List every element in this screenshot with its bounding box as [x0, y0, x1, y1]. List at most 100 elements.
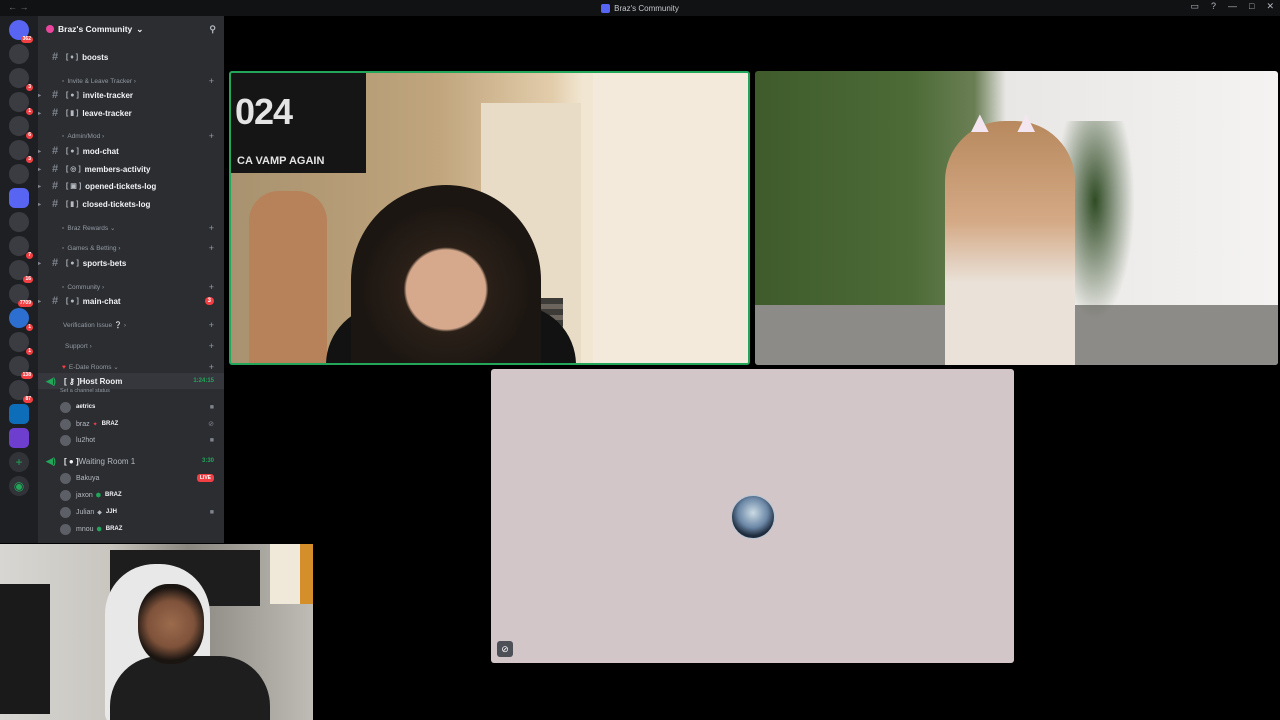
server-icon[interactable] — [9, 428, 29, 448]
server-icon[interactable]: 16 — [9, 260, 33, 283]
close-icon[interactable]: ✕ — [1266, 1, 1274, 12]
hash-icon: # — [52, 163, 59, 175]
server-icon[interactable]: 87 — [9, 380, 33, 403]
channel-invite-tracker[interactable]: ▸ # [ ● ] invite-tracker — [38, 87, 224, 103]
curtain-background — [300, 544, 313, 604]
server-icon[interactable]: 1 — [9, 92, 33, 115]
channel-opened-tickets-log[interactable]: ▸ # [ ▣ ] opened-tickets-log — [38, 178, 224, 194]
voice-user[interactable]: Julian ◆ JJH ■ — [38, 504, 224, 520]
hash-icon: # — [52, 295, 59, 307]
bookshelf — [249, 191, 327, 363]
category-admin-mod[interactable]: ▫ Admin/Mod › + — [38, 128, 224, 144]
channel-leave-tracker[interactable]: ▸ # [ ▮ ] leave-tracker — [38, 105, 224, 121]
voice-user[interactable]: aetrics ■ — [38, 399, 224, 415]
category-verification-issue[interactable]: Verification Issue ❔ › + — [38, 317, 224, 333]
chevron-right-icon: › — [100, 132, 105, 140]
channel-status[interactable]: Set a channel status — [60, 388, 110, 394]
explore-servers-icon[interactable]: ◉ — [9, 476, 29, 496]
create-channel-icon[interactable]: + — [209, 362, 214, 372]
server-icon[interactable] — [9, 404, 29, 424]
streamer-body — [110, 656, 270, 720]
hash-icon: # — [52, 198, 59, 210]
hash-icon: # — [52, 145, 59, 157]
speaker-icon: ◀) — [46, 375, 56, 386]
video-tile[interactable]: ⊘ — [491, 369, 1014, 663]
server-icon[interactable]: 7 — [9, 236, 33, 259]
camera-icon: ■ — [209, 436, 214, 444]
video-tile[interactable]: ▲ ▲ — [755, 71, 1278, 365]
avatar — [60, 418, 71, 430]
create-channel-icon[interactable]: + — [209, 131, 214, 141]
channel-closed-tickets-log[interactable]: ▸ # [ ▮ ] closed-tickets-log — [38, 196, 224, 212]
dm-home-icon[interactable]: 362 — [9, 20, 33, 43]
category-emoji-icon: ▫ — [62, 224, 65, 232]
chevron-down-icon: ⌄ — [108, 225, 116, 232]
muted-mic-icon: ⊘ — [208, 421, 214, 428]
create-channel-icon[interactable]: + — [209, 282, 214, 292]
server-icon[interactable]: 3 — [9, 140, 33, 163]
channel-sports-bets[interactable]: ▸ # [ ● ] sports-bets — [38, 255, 224, 271]
category-braz-rewards[interactable]: ▫ Braz Rewards ⌄ + — [38, 220, 224, 236]
hash-icon: # — [52, 51, 59, 63]
voice-timer: 1:24:15 — [193, 378, 214, 384]
dresser — [0, 584, 50, 714]
minimize-icon[interactable]: — — [1228, 1, 1237, 12]
channel-members-activity[interactable]: ▸ # [ ◎ ] members-activity — [38, 161, 224, 177]
channel-emoji-icon: [ ▮ ] — [66, 110, 79, 117]
tag-icon: ⬢ — [95, 492, 101, 499]
category-games-betting[interactable]: ▫ Games & Betting › + — [38, 240, 224, 256]
chevron-right-icon: › — [131, 77, 136, 85]
voice-user[interactable]: Bakuya LIVE — [38, 470, 224, 486]
invite-people-icon[interactable]: ⚲ — [209, 24, 216, 35]
avatar — [60, 523, 71, 535]
maximize-icon[interactable]: □ — [1249, 1, 1254, 12]
voice-user[interactable]: mnou ⬢ BRAZ — [38, 521, 224, 537]
participant-figure — [945, 121, 1075, 365]
chevron-right-icon: › — [116, 244, 121, 252]
create-channel-icon[interactable]: + — [209, 76, 214, 86]
video-tile[interactable]: 024 CA VAMP AGAIN — [229, 71, 750, 365]
help-icon[interactable]: ? — [1211, 1, 1216, 12]
voice-channel-waiting-room[interactable]: ◀) [ ● ] Waiting Room 1 3:30 — [38, 453, 224, 469]
speaker-icon: ◀) — [46, 455, 56, 466]
create-channel-icon[interactable]: + — [209, 320, 214, 330]
camera-icon: ■ — [209, 403, 214, 411]
avatar — [60, 434, 71, 446]
voice-user[interactable]: jaxon ⬢ BRAZ — [38, 487, 224, 503]
heart-icon: ♥ — [62, 363, 66, 371]
server-icon[interactable] — [9, 212, 29, 232]
server-icon — [601, 3, 611, 13]
voice-user[interactable]: lu2hot ■ — [38, 432, 224, 448]
streamer-face — [138, 584, 204, 664]
avatar — [60, 506, 71, 518]
chevron-right-icon: › — [100, 283, 105, 291]
poster-flag: 024 CA VAMP AGAIN — [231, 73, 366, 173]
server-icon[interactable] — [9, 44, 29, 64]
server-icon[interactable]: 3 — [9, 68, 33, 91]
server-icon[interactable]: 1 — [9, 332, 33, 355]
voice-user[interactable]: braz ✦ BRAZ ⊘ — [38, 416, 224, 432]
server-icon[interactable] — [9, 188, 29, 208]
voice-channel-host-room[interactable]: ◀) [ ⚷ ] Host Room 1:24:15 — [38, 373, 224, 389]
channel-main-chat[interactable]: ▸ # [ ● ] main-chat 3 — [38, 293, 224, 309]
channel-emoji-icon: [ ● ] — [66, 91, 79, 99]
tag-icon: ✦ — [92, 421, 98, 428]
server-icon[interactable]: 7709 — [9, 284, 33, 307]
create-channel-icon[interactable]: + — [209, 341, 214, 351]
add-server-icon[interactable]: + — [9, 452, 29, 472]
hash-icon: # — [52, 107, 59, 119]
channel-mod-chat[interactable]: ▸ # [ ● ] mod-chat — [38, 143, 224, 159]
server-icon[interactable] — [9, 164, 29, 184]
server-icon[interactable]: 1 — [9, 308, 33, 331]
create-channel-icon[interactable]: + — [209, 223, 214, 233]
server-header[interactable]: Braz's Community ⌄ ⚲ — [38, 16, 224, 42]
inbox-icon[interactable]: ▭ — [1190, 1, 1199, 12]
category-support[interactable]: Support › + — [38, 338, 224, 354]
cat-ears-headphones: ▲ ▲ — [965, 106, 1042, 139]
server-icon[interactable]: 138 — [9, 356, 33, 379]
back-arrow-icon[interactable]: ← → — [8, 2, 29, 12]
channel-boosts[interactable]: # [ ♦ ] boosts — [38, 49, 224, 65]
server-icon[interactable]: 6 — [9, 116, 33, 139]
channel-emoji-icon: [ ▮ ] — [66, 201, 79, 208]
create-channel-icon[interactable]: + — [209, 243, 214, 253]
